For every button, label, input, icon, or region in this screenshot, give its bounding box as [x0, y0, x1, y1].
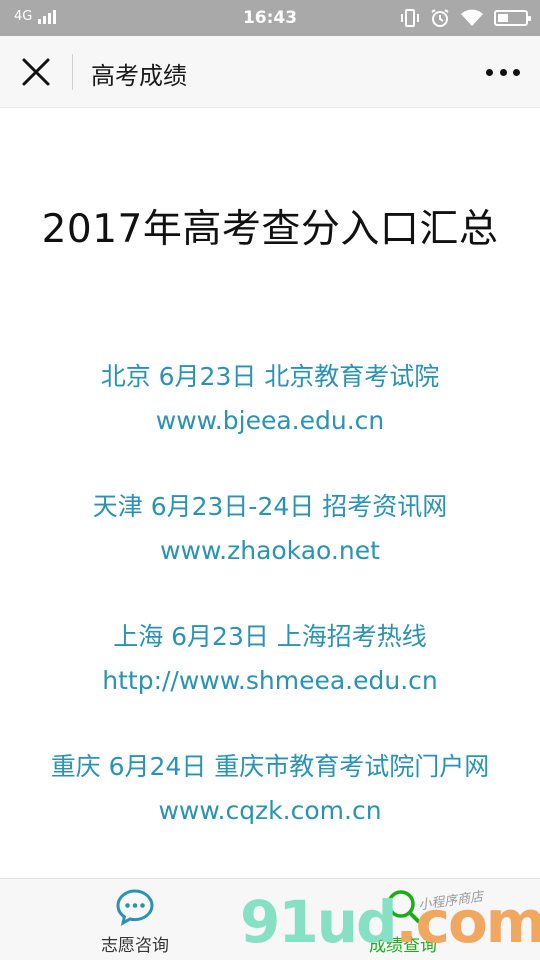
wifi-icon — [461, 9, 483, 26]
chat-bubble-icon — [116, 889, 154, 926]
more-button[interactable] — [486, 60, 520, 84]
tab-label: 成绩查询 — [369, 936, 437, 956]
tab-bar: 志愿咨询 成绩查询 — [0, 878, 540, 960]
page-title: 高考成绩 — [91, 62, 187, 90]
entry-shanghai[interactable]: 上海 6月23日 上海招考热线 http://www.shmeea.edu.cn — [0, 620, 540, 698]
mini-program-header: 高考成绩 — [0, 36, 540, 108]
status-icons — [400, 8, 531, 28]
entry-info: 重庆 6月24日 重庆市教育考试院门户网 — [50, 752, 490, 781]
entry-link[interactable]: www.bjeea.edu.cn — [0, 404, 540, 438]
entry-info: 北京 6月23日 北京教育考试院 — [100, 362, 440, 391]
more-icon — [513, 68, 520, 76]
entry-link[interactable]: http://www.shmeea.edu.cn — [0, 664, 540, 698]
tab-label: 志愿咨询 — [101, 936, 169, 956]
tab-score-query[interactable]: 成绩查询 — [303, 879, 503, 960]
entry-beijing[interactable]: 北京 6月23日 北京教育考试院 www.bjeea.edu.cn — [0, 360, 540, 438]
content-heading: 2017年高考查分入口汇总 — [41, 207, 499, 252]
battery-icon — [494, 10, 531, 26]
close-button[interactable] — [16, 54, 56, 90]
close-icon — [22, 58, 50, 86]
more-icon — [486, 68, 493, 76]
main-content: 2017年高考查分入口汇总 北京 6月23日 北京教育考试院 www.bjeea… — [0, 108, 540, 878]
alarm-icon — [431, 9, 449, 27]
more-icon — [499, 68, 507, 76]
entry-link[interactable]: www.zhaokao.net — [0, 534, 540, 568]
vibrate-icon — [401, 9, 419, 27]
header-divider — [72, 54, 73, 90]
tab-volunteer-consult[interactable]: 志愿咨询 — [35, 879, 235, 960]
entry-tianjin[interactable]: 天津 6月23日-24日 招考资讯网 www.zhaokao.net — [0, 490, 540, 568]
entry-info: 天津 6月23日-24日 招考资讯网 — [92, 492, 448, 521]
status-bar: 4G 16:43 — [0, 0, 540, 36]
entry-info: 上海 6月23日 上海招考热线 — [113, 622, 427, 651]
entry-chongqing[interactable]: 重庆 6月24日 重庆市教育考试院门户网 www.cqzk.com.cn — [0, 750, 540, 828]
search-icon — [387, 890, 420, 923]
entry-link[interactable]: www.cqzk.com.cn — [0, 794, 540, 828]
battery-level — [498, 14, 509, 22]
